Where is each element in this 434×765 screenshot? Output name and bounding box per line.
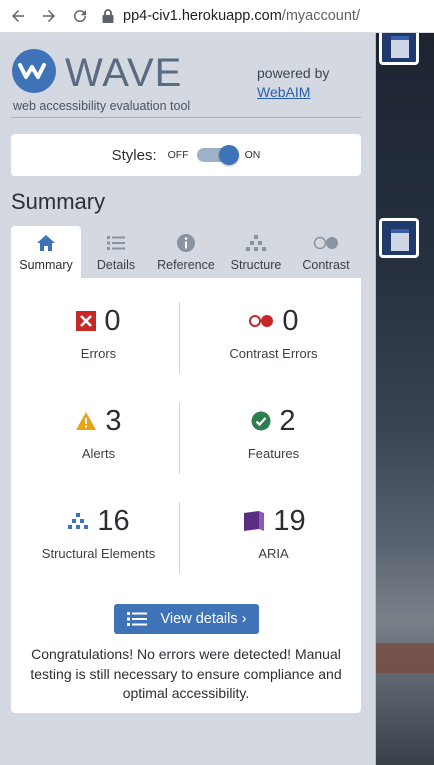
- stat-features[interactable]: 2 Features: [186, 402, 361, 474]
- summary-heading: Summary: [11, 189, 106, 214]
- stat-structural-elements[interactable]: 16 Structural Elements: [11, 502, 186, 574]
- styles-toggle-box: Styles: OFF ON: [11, 134, 361, 176]
- tab-bar: Summary Details Reference Structure Cont…: [11, 226, 361, 278]
- home-icon: [37, 235, 55, 251]
- features-count: 2: [279, 405, 296, 437]
- tab-label: Reference: [157, 258, 215, 272]
- arrow-left-icon: [12, 10, 24, 22]
- stat-divider: [179, 402, 180, 474]
- stat-divider: [179, 502, 180, 574]
- view-details-button[interactable]: View details ›: [114, 604, 259, 634]
- list-icon: [107, 236, 125, 250]
- forward-button[interactable]: [36, 3, 62, 29]
- browser-address-bar: pp4-civ1.herokuapp.com/myaccount/: [0, 0, 434, 33]
- contrast-error-icon: [249, 315, 274, 327]
- errors-label: Errors: [80, 346, 117, 361]
- tab-contrast[interactable]: Contrast: [291, 226, 361, 278]
- styles-on-label: ON: [244, 149, 261, 161]
- error-icon: [76, 311, 97, 331]
- lock-icon: [102, 9, 114, 23]
- stat-alerts[interactable]: 3 Alerts: [11, 402, 186, 474]
- styles-off-label: OFF: [167, 149, 189, 161]
- background-rooftop: [376, 643, 434, 673]
- website-preview: [376, 33, 434, 765]
- tab-label: Summary: [19, 258, 73, 272]
- tab-label: Contrast: [302, 258, 350, 272]
- powered-by: powered by WebAIM: [257, 64, 329, 102]
- structural-label: Structural Elements: [41, 546, 156, 561]
- tab-structure[interactable]: Structure: [221, 226, 291, 278]
- tab-label: Details: [96, 258, 136, 272]
- feature-icon: [251, 411, 271, 431]
- tab-summary[interactable]: Summary: [11, 226, 81, 278]
- arrow-right-icon: [43, 10, 55, 22]
- tab-details[interactable]: Details: [81, 226, 151, 278]
- view-details-label: View details ›: [160, 611, 247, 627]
- wave-tagline: web accessibility evaluation tool: [13, 99, 191, 113]
- stat-errors[interactable]: 0 Errors: [11, 302, 186, 374]
- styles-toggle[interactable]: [196, 145, 239, 165]
- errors-count: 0: [104, 305, 121, 337]
- list-icon: [126, 612, 147, 626]
- stat-contrast-errors[interactable]: 0 Contrast Errors: [186, 302, 361, 374]
- aria-count: 19: [273, 505, 306, 537]
- header-divider: [11, 117, 361, 118]
- stat-aria[interactable]: 19 ARIA: [186, 502, 361, 574]
- url-host: pp4-civ1.herokuapp.com: [123, 8, 282, 24]
- hierarchy-icon: [246, 235, 266, 251]
- back-button[interactable]: [5, 3, 31, 29]
- url-field[interactable]: pp4-civ1.herokuapp.com/myaccount/: [101, 8, 360, 24]
- features-label: Features: [247, 446, 300, 461]
- stat-divider: [179, 302, 180, 374]
- tab-reference[interactable]: Reference: [151, 226, 221, 278]
- alerts-label: Alerts: [81, 446, 116, 461]
- summary-card: 0 Errors 0 Contrast Errors 3 Alerts 2 Fe…: [11, 278, 361, 713]
- structure-icon: [68, 513, 89, 529]
- alert-icon: [76, 412, 97, 430]
- contrast-icon: [313, 236, 338, 250]
- url-path: /myaccount/: [281, 8, 360, 24]
- powered-by-label: powered by: [257, 65, 330, 81]
- wave-element-icon[interactable]: [379, 33, 419, 65]
- webaim-link[interactable]: WebAIM: [257, 84, 310, 100]
- structural-count: 16: [97, 505, 130, 537]
- wave-header: WAVE web accessibility evaluation tool p…: [12, 49, 362, 119]
- tab-label: Structure: [230, 258, 282, 272]
- aria-label: ARIA: [258, 546, 289, 561]
- wave-logo-text: WAVE: [65, 51, 183, 95]
- wave-logo-icon: [12, 49, 56, 93]
- reload-button[interactable]: [67, 3, 93, 29]
- styles-label: Styles:: [111, 146, 157, 164]
- contrast-errors-label: Contrast Errors: [229, 346, 318, 361]
- wave-sidebar: WAVE web accessibility evaluation tool p…: [0, 33, 376, 765]
- aria-icon: [244, 511, 265, 531]
- alerts-count: 3: [105, 405, 122, 437]
- wave-element-icon[interactable]: [379, 218, 419, 258]
- contrast-errors-count: 0: [282, 305, 299, 337]
- reload-icon: [74, 10, 87, 23]
- info-icon: [177, 234, 195, 252]
- toggle-knob: [218, 145, 239, 165]
- congrats-message: Congratulations! No errors were detected…: [30, 646, 342, 701]
